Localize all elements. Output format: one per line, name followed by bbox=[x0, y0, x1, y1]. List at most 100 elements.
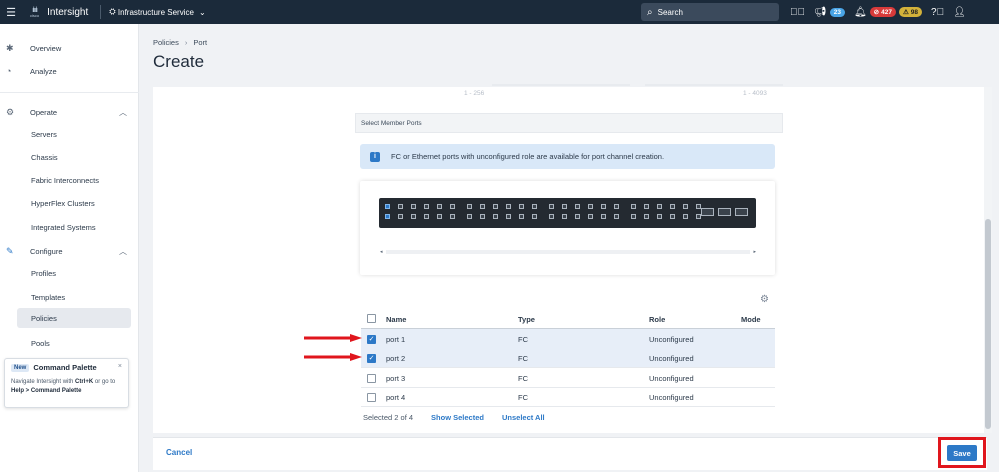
sidebar-item-profiles[interactable]: Profiles bbox=[0, 263, 139, 283]
switch-port[interactable] bbox=[588, 214, 593, 219]
switch-port[interactable] bbox=[493, 204, 498, 209]
switch-port[interactable] bbox=[437, 214, 442, 219]
announcements[interactable]: 📢︎ 23 bbox=[814, 7, 845, 18]
service-icon: ⛭ bbox=[109, 7, 116, 16]
switch-port[interactable] bbox=[532, 214, 537, 219]
uplink-port[interactable] bbox=[735, 208, 748, 216]
sidebar-item-pools[interactable]: Pools bbox=[0, 333, 139, 353]
uplink-port[interactable] bbox=[701, 208, 714, 216]
switch-port[interactable] bbox=[657, 204, 662, 209]
table-row[interactable]: ✓ port 2 FC Unconfigured bbox=[361, 348, 775, 368]
switch-port[interactable] bbox=[562, 214, 567, 219]
switch-port[interactable] bbox=[670, 204, 675, 209]
switch-port[interactable] bbox=[575, 204, 580, 209]
switch-port[interactable] bbox=[519, 204, 524, 209]
switch-port[interactable] bbox=[549, 204, 554, 209]
scroll-right-icon[interactable]: ▸ bbox=[753, 249, 756, 255]
switch-port[interactable] bbox=[562, 204, 567, 209]
switch-port[interactable] bbox=[644, 214, 649, 219]
close-icon[interactable]: × bbox=[118, 363, 122, 370]
save-button[interactable]: Save bbox=[947, 445, 977, 461]
switch-port[interactable] bbox=[549, 214, 554, 219]
sidebar-item-hyperflex-clusters[interactable]: HyperFlex Clusters bbox=[0, 193, 139, 213]
switch-port[interactable] bbox=[683, 214, 688, 219]
sidebar-item-chassis[interactable]: Chassis bbox=[0, 147, 139, 167]
switch-port[interactable] bbox=[575, 214, 580, 219]
switch-port[interactable] bbox=[467, 214, 472, 219]
sidebar-item-analyze[interactable]: ◔ Analyze bbox=[0, 61, 139, 81]
hamburger-menu-icon[interactable]: ☰ bbox=[0, 6, 22, 19]
switch-port[interactable] bbox=[480, 204, 485, 209]
switch-port[interactable] bbox=[519, 214, 524, 219]
switch-port[interactable] bbox=[450, 214, 455, 219]
switch-port[interactable] bbox=[644, 204, 649, 209]
select-all-checkbox[interactable] bbox=[367, 314, 376, 323]
switch-port[interactable] bbox=[467, 204, 472, 209]
sidebar-item-fabric-interconnects[interactable]: Fabric Interconnects bbox=[0, 170, 139, 190]
switch-port[interactable] bbox=[411, 204, 416, 209]
switch-port[interactable] bbox=[601, 214, 606, 219]
column-header-mode[interactable]: Mode bbox=[741, 315, 761, 324]
search-bar[interactable]: ⌕ Search bbox=[641, 3, 779, 21]
scrollbar-thumb[interactable] bbox=[985, 219, 991, 429]
switch-port[interactable] bbox=[411, 214, 416, 219]
switch-port[interactable] bbox=[588, 204, 593, 209]
switch-port[interactable] bbox=[385, 204, 390, 209]
service-selector[interactable]: ⛭ Infrastructure Service ⌄ bbox=[109, 7, 205, 17]
switch-port[interactable] bbox=[683, 204, 688, 209]
switch-port[interactable] bbox=[506, 214, 511, 219]
switch-port[interactable] bbox=[450, 204, 455, 209]
switch-port[interactable] bbox=[631, 204, 636, 209]
row-checkbox[interactable]: ✓ bbox=[367, 354, 376, 363]
help-icon[interactable]: ?⃝ bbox=[931, 7, 944, 18]
switch-port[interactable] bbox=[614, 214, 619, 219]
breadcrumb-policies[interactable]: Policies bbox=[153, 38, 179, 47]
diagram-scrollbar[interactable]: ◂ ▸ bbox=[380, 248, 756, 256]
switch-port[interactable] bbox=[493, 214, 498, 219]
sidebar-item-policies[interactable]: Policies bbox=[17, 308, 131, 328]
column-header-role[interactable]: Role bbox=[649, 315, 665, 324]
switch-port[interactable] bbox=[385, 214, 390, 219]
switch-port[interactable] bbox=[424, 204, 429, 209]
switch-port[interactable] bbox=[437, 204, 442, 209]
table-row[interactable]: port 3 FC Unconfigured bbox=[361, 368, 775, 388]
switch-port[interactable] bbox=[601, 204, 606, 209]
requests-icon[interactable]: ✓⃝ bbox=[790, 7, 805, 18]
gear-icon[interactable]: ⚙ bbox=[760, 294, 769, 305]
switch-port[interactable] bbox=[506, 204, 511, 209]
sidebar-item-servers[interactable]: Servers bbox=[0, 124, 139, 144]
switch-port[interactable] bbox=[532, 204, 537, 209]
user-icon[interactable]: 👤︎ bbox=[953, 7, 966, 18]
switch-port[interactable] bbox=[424, 214, 429, 219]
switch-port[interactable] bbox=[670, 214, 675, 219]
row-checkbox[interactable] bbox=[367, 393, 376, 402]
row-checkbox[interactable]: ✓ bbox=[367, 335, 376, 344]
column-header-type[interactable]: Type bbox=[518, 315, 535, 324]
switch-port[interactable] bbox=[398, 204, 403, 209]
sidebar-item-overview[interactable]: ✱ Overview bbox=[0, 38, 139, 58]
scroll-left-icon[interactable]: ◂ bbox=[380, 249, 383, 255]
command-palette-card[interactable]: New Command Palette × Navigate Intersigh… bbox=[4, 358, 129, 408]
alarms[interactable]: 🔔︎ ⊘ 427 ⚠ 98 bbox=[854, 7, 923, 18]
switch-front-panel[interactable] bbox=[379, 198, 756, 228]
uplink-port[interactable] bbox=[718, 208, 731, 216]
sidebar-item-operate[interactable]: ⚙ Operate ︿ bbox=[0, 102, 139, 122]
column-header-name[interactable]: Name bbox=[386, 315, 406, 324]
unselect-all-link[interactable]: Unselect All bbox=[502, 413, 545, 422]
switch-port[interactable] bbox=[398, 214, 403, 219]
page-scrollbar[interactable] bbox=[984, 87, 992, 433]
switch-port[interactable] bbox=[480, 214, 485, 219]
switch-port[interactable] bbox=[657, 214, 662, 219]
table-row[interactable]: port 4 FC Unconfigured bbox=[361, 387, 775, 407]
chevron-up-icon: ︿ bbox=[119, 107, 127, 117]
show-selected-link[interactable]: Show Selected bbox=[431, 413, 484, 422]
table-row[interactable]: ✓ port 1 FC Unconfigured bbox=[361, 329, 775, 349]
megaphone-icon: 📢︎ bbox=[814, 6, 827, 18]
sidebar-item-configure[interactable]: ✎ Configure ︿ bbox=[0, 241, 139, 261]
row-checkbox[interactable] bbox=[367, 374, 376, 383]
sidebar-item-templates[interactable]: Templates bbox=[0, 287, 139, 307]
switch-port[interactable] bbox=[614, 204, 619, 209]
sidebar-item-integrated-systems[interactable]: Integrated Systems bbox=[0, 217, 139, 237]
cancel-button[interactable]: Cancel bbox=[166, 448, 192, 457]
switch-port[interactable] bbox=[631, 214, 636, 219]
